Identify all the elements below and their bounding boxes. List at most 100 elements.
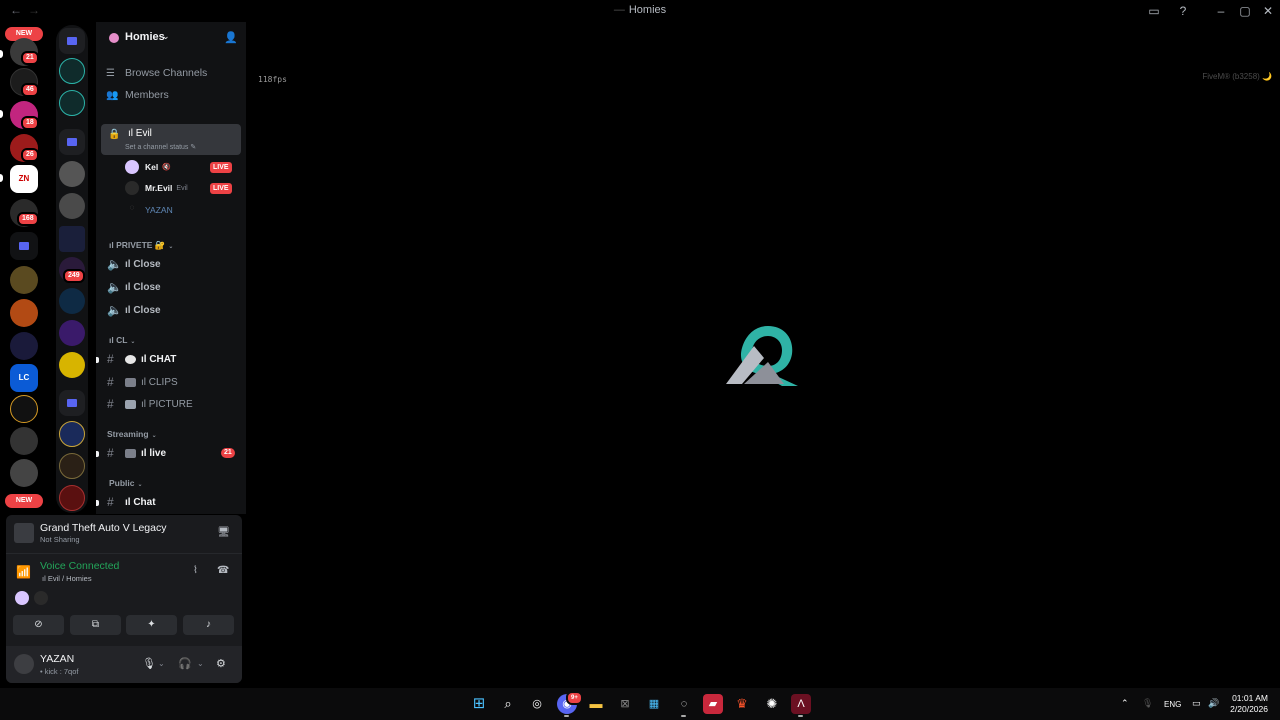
- voice-connected-title[interactable]: Voice Connected: [40, 560, 119, 572]
- server-icon[interactable]: [59, 453, 85, 479]
- server-icon[interactable]: [59, 226, 85, 252]
- user-name[interactable]: YAZAN: [40, 653, 74, 665]
- server-icon[interactable]: [10, 266, 38, 294]
- server-icon[interactable]: [10, 332, 38, 360]
- folder-icon[interactable]: [59, 129, 85, 155]
- network-icon[interactable]: ▭: [1192, 698, 1201, 709]
- app-icon[interactable]: Ʌ: [791, 694, 811, 714]
- chevron-down-icon[interactable]: ⌄: [158, 659, 165, 668]
- inbox-icon[interactable]: ▭: [1146, 3, 1162, 19]
- server-icon[interactable]: [10, 299, 38, 327]
- file-explorer-icon[interactable]: ▬: [586, 694, 606, 714]
- server-icon[interactable]: [59, 421, 85, 447]
- xbox-icon[interactable]: ⊠: [615, 694, 635, 714]
- activities-button[interactable]: ✦: [126, 615, 177, 635]
- microphone-icon[interactable]: 🎙: [1142, 698, 1153, 709]
- app-icon[interactable]: ◎: [527, 694, 547, 714]
- picture-icon: [125, 399, 136, 409]
- app-icon[interactable]: ▰: [703, 694, 723, 714]
- server-icon[interactable]: [59, 58, 85, 84]
- voice-location[interactable]: ıl Evil / Homies: [42, 574, 92, 583]
- guild-header[interactable]: Homies ⌄ 👤: [96, 22, 246, 54]
- window-title: — Homies: [613, 4, 667, 16]
- category-cl[interactable]: ıl CL ⌄: [109, 335, 135, 345]
- server-icon[interactable]: [59, 161, 85, 187]
- voice-user-name: YAZAN: [145, 205, 173, 215]
- avatar[interactable]: [15, 591, 29, 605]
- server-icon[interactable]: [59, 320, 85, 346]
- maximize-icon[interactable]: ▢: [1237, 3, 1253, 19]
- live-badge: LIVE: [210, 183, 232, 194]
- clock[interactable]: 01:01 AM 2/20/2026: [1230, 693, 1268, 715]
- server-icon[interactable]: ZN: [10, 165, 38, 193]
- soundboard-button[interactable]: ♪: [183, 615, 234, 635]
- brave-icon[interactable]: ♛: [732, 694, 752, 714]
- voice-channel-close[interactable]: 🔈 ıl Close: [107, 257, 161, 271]
- running-indicator: [564, 715, 569, 717]
- server-icon[interactable]: [10, 459, 38, 487]
- chatgpt-icon[interactable]: ✺: [762, 694, 782, 714]
- screen-share-button[interactable]: ⧉: [70, 615, 121, 635]
- windows-start-icon[interactable]: ⊞: [469, 694, 489, 714]
- speech-bubble-icon: [125, 354, 136, 364]
- voice-user[interactable]: Kel 🔇: [125, 159, 171, 175]
- server-icon[interactable]: [10, 395, 38, 423]
- text-channel-picture[interactable]: # ıl PICTURE: [107, 397, 193, 411]
- text-channel-live[interactable]: # ıl live: [107, 446, 166, 460]
- server-icon[interactable]: [59, 288, 85, 314]
- divider: [6, 553, 242, 554]
- voice-channel-close[interactable]: 🔈 ıl Close: [107, 280, 161, 294]
- voice-user[interactable]: ◌ YAZAN: [125, 202, 173, 218]
- server-icon[interactable]: [59, 90, 85, 116]
- disconnect-icon[interactable]: ☎: [217, 565, 229, 576]
- add-member-icon[interactable]: 👤: [224, 31, 238, 44]
- text-channel-public-chat[interactable]: # ıl Chat: [107, 495, 156, 509]
- server-icon[interactable]: [10, 427, 38, 455]
- minimize-icon[interactable]: –: [1213, 3, 1229, 19]
- folder-icon[interactable]: [59, 390, 85, 416]
- channel-status[interactable]: Set a channel status ✎: [125, 143, 196, 151]
- server-icon[interactable]: [59, 193, 85, 219]
- live-badge: LIVE: [210, 162, 232, 173]
- voice-user-name: Kel: [145, 162, 159, 172]
- voice-channel-close[interactable]: 🔈 ıl Close: [107, 303, 161, 317]
- text-channel-clips[interactable]: # ıl CLIPS: [107, 375, 178, 389]
- avatar: [125, 160, 139, 174]
- members-button[interactable]: 👥 Members: [106, 89, 169, 101]
- avatar[interactable]: [14, 654, 34, 674]
- folder-icon[interactable]: [10, 232, 38, 260]
- browse-channels-button[interactable]: ☰ Browse Channels: [106, 67, 207, 79]
- title-bar: ← → — Homies ▭ ? – ▢ ✕: [0, 0, 1280, 22]
- headphones-icon[interactable]: 🎧: [178, 657, 192, 670]
- category-privete[interactable]: ıl PRIVETE 🔐 ⌄: [109, 240, 173, 251]
- text-channel-chat[interactable]: # ıl CHAT: [107, 352, 176, 366]
- language-indicator[interactable]: ENG: [1164, 700, 1181, 709]
- new-badge: NEW: [5, 494, 43, 508]
- voice-user[interactable]: Mr.Evil Evil: [125, 180, 188, 196]
- folder-icon[interactable]: [59, 28, 85, 54]
- microphone-icon[interactable]: 🎙: [142, 657, 156, 670]
- unread-indicator: [96, 451, 99, 457]
- help-icon[interactable]: ?: [1175, 3, 1191, 19]
- volume-icon[interactable]: 🔊: [1208, 698, 1219, 709]
- chevron-down-icon[interactable]: ⌄: [197, 659, 204, 668]
- gear-icon[interactable]: ⚙: [216, 657, 226, 670]
- close-icon[interactable]: ✕: [1260, 3, 1276, 19]
- category-streaming[interactable]: Streaming ⌄: [107, 429, 157, 439]
- channel-sidebar: Homies ⌄ 👤 ☰ Browse Channels 👥 Members 🔒…: [96, 22, 246, 514]
- search-icon[interactable]: ⌕: [498, 694, 518, 714]
- server-icon[interactable]: LC: [10, 364, 38, 392]
- fivem-icon[interactable]: ◌: [674, 694, 694, 714]
- server-icon[interactable]: [59, 485, 85, 511]
- noise-suppression-icon[interactable]: ⌇: [193, 565, 198, 576]
- share-screen-icon[interactable]: 🖥: [217, 527, 230, 538]
- chevron-up-icon[interactable]: ⌃: [1121, 698, 1129, 709]
- mention-badge: 168: [17, 212, 39, 226]
- avatar[interactable]: [34, 591, 48, 605]
- voice-channel-evil[interactable]: 🔒 ıl Evil Set a channel status ✎: [101, 124, 241, 155]
- hash-icon: #: [107, 352, 114, 366]
- category-public[interactable]: Public ⌄: [109, 478, 143, 488]
- camera-off-button[interactable]: ⊘: [13, 615, 64, 635]
- server-icon[interactable]: [59, 352, 85, 378]
- store-icon[interactable]: ▦: [644, 694, 664, 714]
